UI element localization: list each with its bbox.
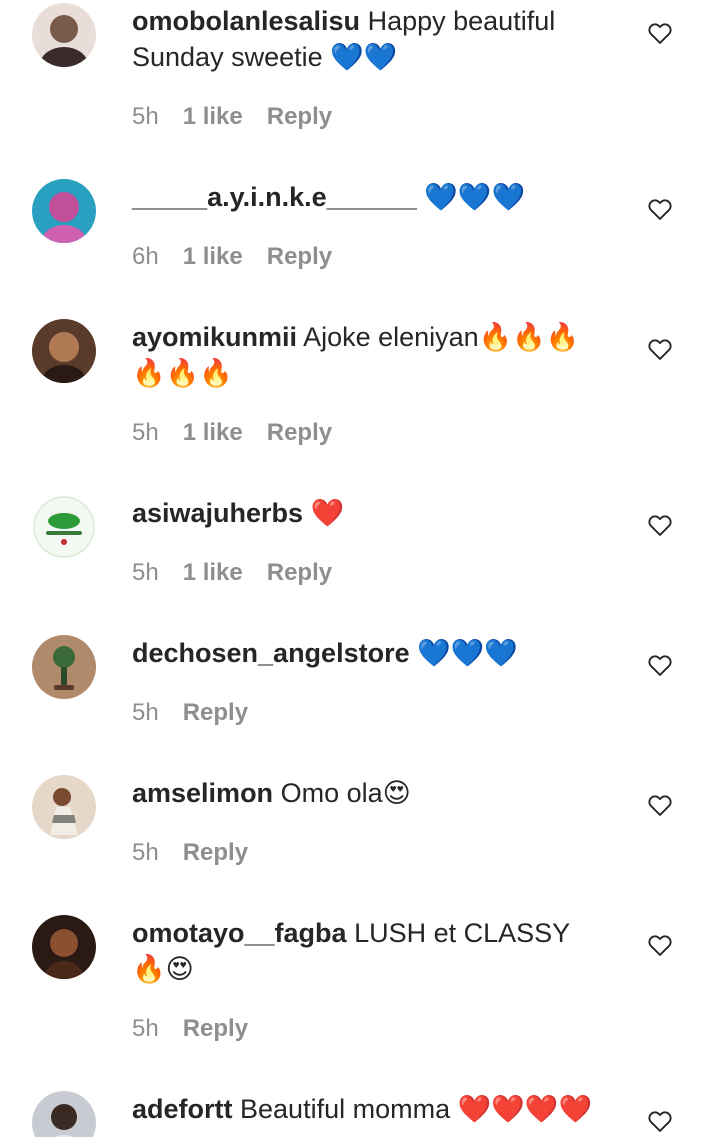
reply-button[interactable]: Reply <box>267 243 332 271</box>
comment-time: 6h <box>132 243 159 270</box>
comment-text: Omo ola😍 <box>280 778 411 808</box>
comment-meta: 5h 1 like Reply <box>132 100 356 134</box>
comment-meta: 5h 1 like Reply <box>132 416 356 450</box>
comment-body: amselimon Omo ola😍 <box>132 775 602 811</box>
comment-body: dechosen_angelstore 💙💙💙 <box>132 635 602 671</box>
comment-time: 5h <box>132 419 159 446</box>
heart-outline-icon[interactable] <box>646 791 674 819</box>
avatar[interactable] <box>32 915 96 979</box>
comment-username[interactable]: omotayo__fagba <box>132 918 347 948</box>
comment-body: omotayo__fagba LUSH et CLASSY🔥😍 <box>132 915 602 987</box>
comment-body: omobolanlesalisu Happy beautiful Sunday … <box>132 3 602 75</box>
comment-username[interactable]: _____a.y.i.n.k.e______ <box>132 182 417 212</box>
comment-username[interactable]: amselimon <box>132 778 273 808</box>
heart-outline-icon[interactable] <box>646 19 674 47</box>
avatar[interactable] <box>32 1091 96 1137</box>
heart-outline-icon[interactable] <box>646 651 674 679</box>
heart-outline-icon[interactable] <box>646 931 674 959</box>
comment-time: 5h <box>132 103 159 130</box>
avatar[interactable] <box>32 635 96 699</box>
comment-time: 5h <box>132 839 159 866</box>
comment-meta: 5h 1 like Reply <box>132 556 356 590</box>
heart-outline-icon[interactable] <box>646 1107 674 1135</box>
comment-text: 💙💙💙 <box>417 638 518 668</box>
reply-button[interactable]: Reply <box>267 103 332 131</box>
comment-body: _____a.y.i.n.k.e______ 💙💙💙 <box>132 179 602 215</box>
comment-body: asiwajuherbs ❤️ <box>132 495 602 531</box>
comment-username[interactable]: omobolanlesalisu <box>132 6 360 36</box>
comment-body: ayomikunmii Ajoke eleniyan🔥🔥🔥🔥🔥🔥 <box>132 319 602 391</box>
avatar[interactable] <box>32 495 96 559</box>
comment-time: 5h <box>132 1015 159 1042</box>
reply-button[interactable]: Reply <box>183 699 248 727</box>
comment-meta: 5h Reply <box>132 836 272 870</box>
avatar[interactable] <box>32 3 96 67</box>
comment-likes[interactable]: 1 like <box>183 559 243 587</box>
avatar[interactable] <box>32 319 96 383</box>
heart-outline-icon[interactable] <box>646 511 674 539</box>
avatar[interactable] <box>32 179 96 243</box>
reply-button[interactable]: Reply <box>183 839 248 867</box>
comment-likes[interactable]: 1 like <box>183 103 243 131</box>
avatar[interactable] <box>32 775 96 839</box>
comment-username[interactable]: ayomikunmii <box>132 322 297 352</box>
comment-username[interactable]: adefortt <box>132 1094 233 1124</box>
reply-button[interactable]: Reply <box>267 419 332 447</box>
reply-button[interactable]: Reply <box>183 1015 248 1043</box>
comment-meta: 5h Reply <box>132 696 272 730</box>
comment-body: adefortt Beautiful momma ❤️❤️❤️❤️ <box>132 1091 602 1127</box>
comment-time: 5h <box>132 699 159 726</box>
comment-time: 5h <box>132 559 159 586</box>
heart-outline-icon[interactable] <box>646 195 674 223</box>
heart-outline-icon[interactable] <box>646 335 674 363</box>
reply-button[interactable]: Reply <box>267 559 332 587</box>
comment-username[interactable]: dechosen_angelstore <box>132 638 410 668</box>
comment-username[interactable]: asiwajuherbs <box>132 498 303 528</box>
comment-meta: 5h Reply <box>132 1012 272 1046</box>
comment-text: Beautiful momma ❤️❤️❤️❤️ <box>240 1094 593 1124</box>
comment-text: ❤️ <box>310 498 345 528</box>
comment-meta: 6h 1 like Reply <box>132 240 356 274</box>
comments-list: omobolanlesalisu Happy beautiful Sunday … <box>0 0 720 1137</box>
comment-text: 💙💙💙 <box>424 182 526 212</box>
comment-likes[interactable]: 1 like <box>183 419 243 447</box>
comment-likes[interactable]: 1 like <box>183 243 243 271</box>
